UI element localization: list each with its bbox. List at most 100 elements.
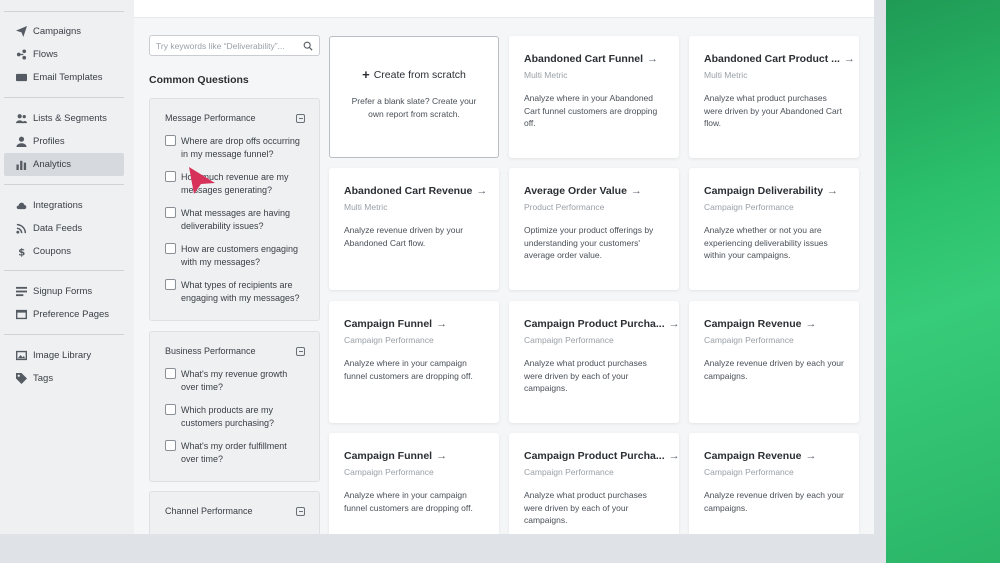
checkbox[interactable] [165,404,176,415]
question-option[interactable]: What types of recipients are engaging wi… [165,279,305,304]
card-title: Abandoned Cart Funnel [524,53,643,65]
sidebar-item-label: Email Templates [33,72,103,83]
arrow-right-icon: → [843,53,855,65]
sidebar-item-integrations[interactable]: Integrations [4,194,124,217]
question-option[interactable]: Which products are my customers purchasi… [165,404,305,429]
card-description: Optimize your product offerings by under… [524,225,654,260]
question-text: How are customers engaging with my messa… [181,244,299,267]
question-panel-channel-performance: Channel Performance [149,491,320,534]
sidebar-item-data-feeds[interactable]: Data Feeds [4,217,124,240]
report-card[interactable]: Average Order Value → Product Performance O… [509,168,679,290]
sidebar-item-tags[interactable]: Tags [4,367,124,390]
question-option[interactable]: What's my revenue growth over time? [165,368,305,393]
card-title: Average Order Value [524,185,627,197]
checkbox[interactable] [165,171,176,182]
checkbox[interactable] [165,207,176,218]
checkbox[interactable] [165,243,176,254]
report-card[interactable]: Campaign Funnel → Campaign Performance Anal… [329,301,499,423]
create-from-scratch-card[interactable]: + Create from scratch Prefer a blank sla… [329,36,499,158]
sidebar-item-label: Campaigns [33,26,82,37]
sidebar-item-coupons[interactable]: $ Coupons [4,240,124,263]
arrow-right-icon: → [476,185,488,197]
collapse-icon[interactable] [296,113,305,123]
arrow-right-icon: → [668,450,680,462]
arrow-right-icon: → [647,53,658,65]
report-card[interactable]: Abandoned Cart Product ... → Multi Metric A… [689,36,859,158]
sidebar-item-email-templates[interactable]: Email Templates [4,66,124,89]
question-option[interactable]: Where are drop offs occurring in my mess… [165,135,305,160]
checkbox[interactable] [165,135,176,146]
checkbox[interactable] [165,279,176,290]
create-title: Create from scratch [373,68,466,81]
report-card[interactable]: Campaign Revenue → Campaign Performance Ana… [689,301,859,423]
report-card[interactable]: Campaign Product Purcha... → Campaign Perf… [509,301,680,423]
report-card[interactable]: Abandoned Cart Funnel → Multi Metric Analyz… [509,36,679,158]
window-bottom [0,534,886,563]
sidebar-item-label: Coupons [33,246,72,257]
card-description: Analyze revenue driven by your Abandoned… [344,225,464,248]
panel-title: Channel Performance [165,506,253,516]
card-category: Multi Metric [344,202,388,212]
nav-divider [4,334,124,335]
nav-group: Lists & Segments Profiles Analytics [0,107,134,176]
sidebar-item-label: Data Feeds [33,223,83,234]
card-category: Campaign Performance [524,335,614,345]
search-input[interactable]: Try keywords like “Deliverability”... [149,35,320,56]
question-text: Which products are my customers purchasi… [181,405,275,428]
question-option[interactable]: How much revenue are my messages generat… [165,171,305,196]
card-description: Analyze revenue driven by each your camp… [704,490,844,513]
nav-group: Signup Forms Preference Pages [0,280,134,326]
checkbox[interactable] [165,368,176,379]
card-title: Campaign Product Purcha... [524,318,665,330]
question-option[interactable]: How are customers engaging with my messa… [165,243,305,268]
question-text: What messages are having deliverability … [181,208,291,231]
question-panel-business-performance: Business Performance What's my revenue gr… [149,331,320,482]
arrow-right-icon: → [827,185,839,197]
card-category: Campaign Performance [524,467,614,477]
flows-icon [15,49,27,61]
card-title: Campaign Product Purcha... [524,450,665,462]
card-title: Campaign Revenue [704,450,802,462]
email-icon [15,72,27,84]
panel-header[interactable]: Channel Performance [165,506,305,516]
common-questions-heading: Common Questions [149,74,249,86]
checkbox[interactable] [165,440,176,451]
question-text: What types of recipients are engaging wi… [181,280,300,303]
collapse-icon[interactable] [296,346,305,356]
sidebar-item-signup-forms[interactable]: Signup Forms [4,280,124,303]
background-gradient [880,0,1000,563]
card-title: Abandoned Cart Product ... [704,53,840,65]
search-icon[interactable] [303,41,313,51]
panel-header[interactable]: Message Performance [165,113,305,123]
page-icon [15,309,27,321]
create-description: Prefer a blank slate? Create your own re… [351,96,477,119]
report-card[interactable]: Campaign Revenue → Campaign Performance Ana… [689,433,859,534]
card-category: Multi Metric [704,70,748,80]
arrow-right-icon: → [805,318,817,330]
sidebar-item-campaigns[interactable]: Campaigns [4,20,124,43]
card-description: Analyze what product purchases were driv… [704,93,842,128]
question-option[interactable]: What's my order fulfillment over time? [165,440,305,465]
question-option[interactable]: What messages are having deliverability … [165,207,305,232]
sidebar-item-lists-segments[interactable]: Lists & Segments [4,107,124,130]
users-icon [15,113,27,125]
nav-divider [4,97,124,98]
sidebar-item-image-library[interactable]: Image Library [4,344,124,367]
sidebar-item-flows[interactable]: Flows [4,43,124,66]
card-description: Analyze what product purchases were driv… [524,490,647,525]
panel-header[interactable]: Business Performance [165,346,305,356]
card-title: Abandoned Cart Revenue [344,185,473,197]
card-category: Campaign Performance [344,467,434,477]
sidebar-item-analytics[interactable]: Analytics [4,153,124,176]
report-card[interactable]: Campaign Funnel → Campaign Performance Anal… [329,433,499,534]
arrow-right-icon: → [630,185,642,197]
report-card[interactable]: Campaign Deliverability → Campaign Perform… [689,168,859,290]
sidebar-item-profiles[interactable]: Profiles [4,130,124,153]
card-category: Multi Metric [524,70,568,80]
chart-icon [15,159,27,171]
report-card[interactable]: Abandoned Cart Revenue → Multi Metric Analy… [329,168,499,290]
arrow-right-icon: → [805,450,817,462]
sidebar-item-preference-pages[interactable]: Preference Pages [4,303,124,326]
collapse-icon[interactable] [296,506,305,516]
report-card[interactable]: Campaign Product Purcha... → Campaign Perf… [509,433,680,534]
